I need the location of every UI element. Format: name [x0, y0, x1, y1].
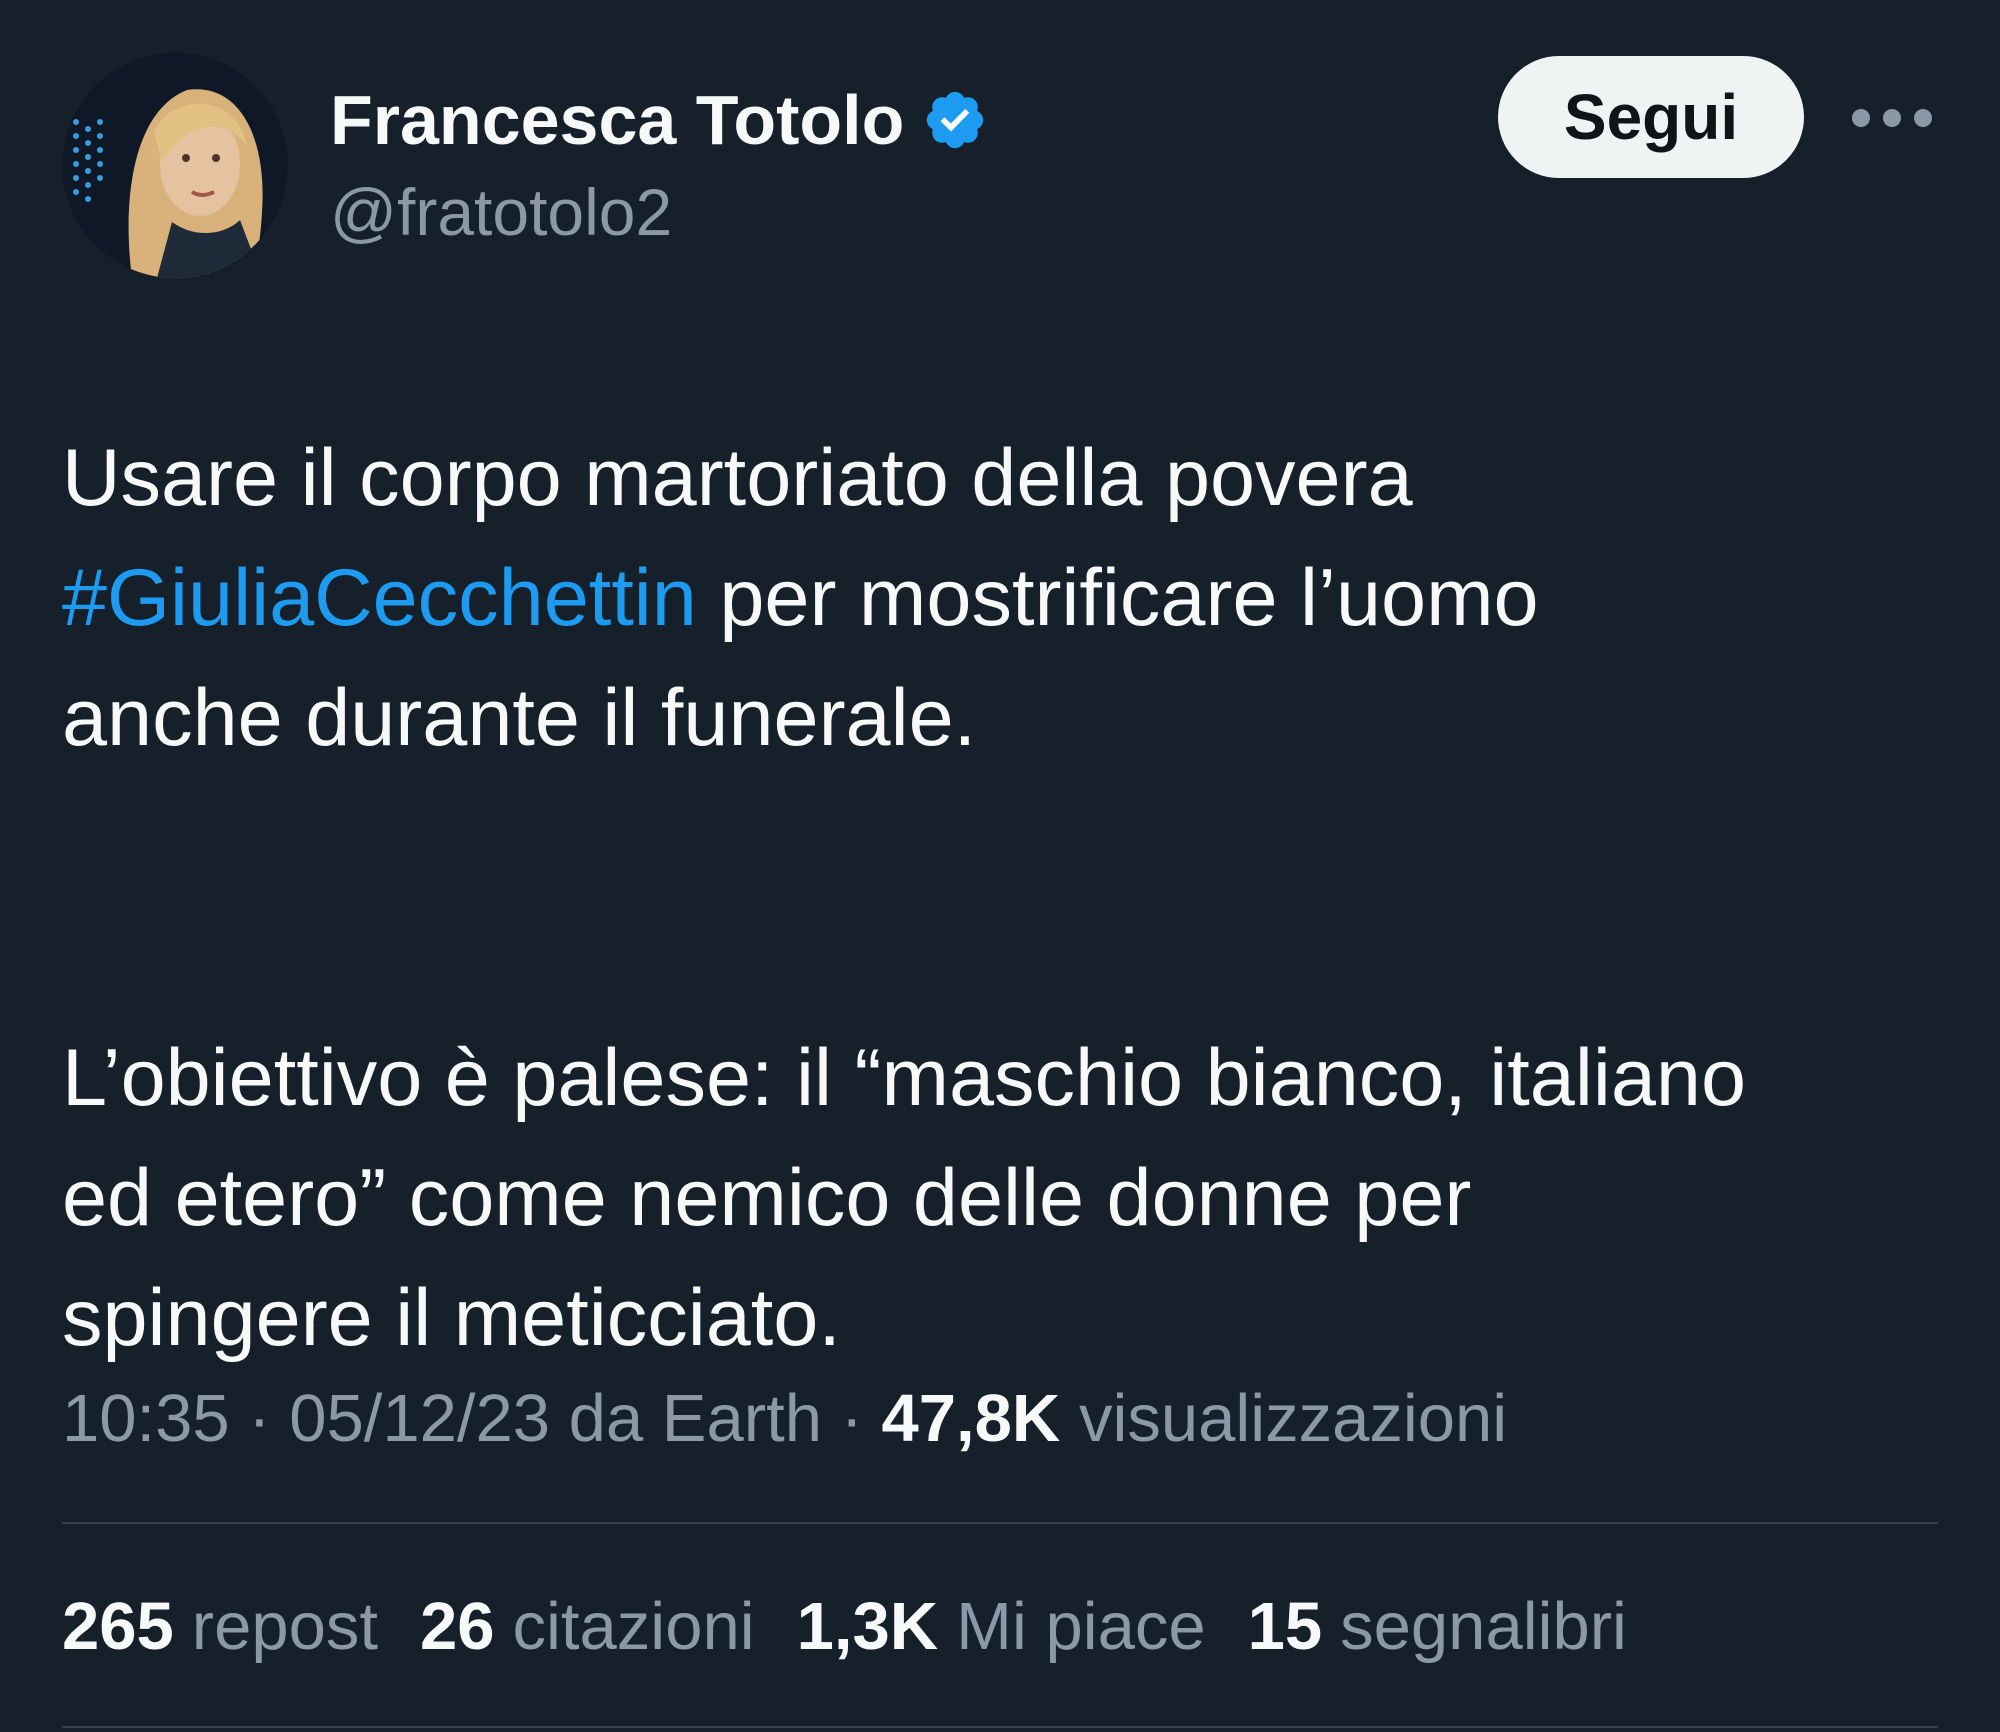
quotes-label: citazioni: [512, 1589, 755, 1664]
views-label: visualizzazioni: [1078, 1381, 1508, 1456]
tweet-line: ed etero” come nemico delle donne per: [62, 1153, 1472, 1243]
tweet-detail: Francesca Totolo @fratotolo2 Segui Usare…: [0, 0, 2000, 1732]
tweet-time[interactable]: 10:35: [62, 1381, 230, 1456]
tweet-date[interactable]: 05/12/23: [289, 1381, 550, 1456]
likes-count: 1,3K: [796, 1589, 939, 1664]
reposts-label: repost: [191, 1589, 379, 1664]
tweet-text: Usare il corpo martoriato della povera #…: [62, 418, 1962, 1378]
tweet-line: anche durante il funerale.: [62, 673, 977, 763]
divider: [62, 1726, 1938, 1728]
divider: [62, 1522, 1938, 1524]
author-name-row: Francesca Totolo: [330, 78, 988, 162]
bookmarks-count: 15: [1247, 1589, 1323, 1664]
tweet-line-text: per mostrificare l’uomo: [696, 553, 1539, 643]
tweet-line: L’obiettivo è palese: il “maschio bianco…: [62, 1033, 1746, 1123]
tweet-line: #GiuliaCecchettin per mostrificare l’uom…: [62, 538, 1962, 658]
quotes-stat[interactable]: 26 citazioni: [420, 1586, 755, 1668]
verified-badge-icon[interactable]: [922, 87, 988, 153]
reposts-count: 265: [62, 1589, 174, 1664]
author-handle[interactable]: @fratotolo2: [330, 172, 672, 252]
more-dot: [1883, 109, 1901, 127]
avatar[interactable]: [62, 52, 288, 278]
more-dot: [1914, 109, 1932, 127]
tweet-line: spingere il meticciato.: [62, 1273, 841, 1363]
tweet-metadata: 10:35 · 05/12/23 da Earth · 47,8K visual…: [62, 1378, 1507, 1460]
more-dot: [1852, 109, 1870, 127]
separator-dot: ·: [248, 1381, 290, 1456]
bookmarks-stat[interactable]: 15 segnalibri: [1248, 1586, 1627, 1668]
avatar-image: [62, 52, 288, 278]
follow-button[interactable]: Segui: [1498, 56, 1804, 178]
more-options-icon[interactable]: [1852, 100, 1932, 136]
likes-stat[interactable]: 1,3K Mi piace: [797, 1586, 1206, 1668]
tweet-source: da Earth: [568, 1381, 822, 1456]
likes-label: Mi piace: [956, 1589, 1206, 1664]
tweet-line: Usare il corpo martoriato della povera: [62, 433, 1413, 523]
author-display-name[interactable]: Francesca Totolo: [330, 78, 904, 162]
engagement-stats: 265 repost 26 citazioni 1,3K Mi piace 15 seg…: [62, 1586, 1627, 1668]
bookmarks-label: segnalibri: [1340, 1589, 1627, 1664]
separator-dot: ·: [840, 1381, 882, 1456]
hashtag-link[interactable]: #GiuliaCecchettin: [62, 553, 697, 643]
reposts-stat[interactable]: 265 repost: [62, 1586, 378, 1668]
views-count: 47,8K: [881, 1381, 1061, 1456]
quotes-count: 26: [420, 1589, 495, 1664]
